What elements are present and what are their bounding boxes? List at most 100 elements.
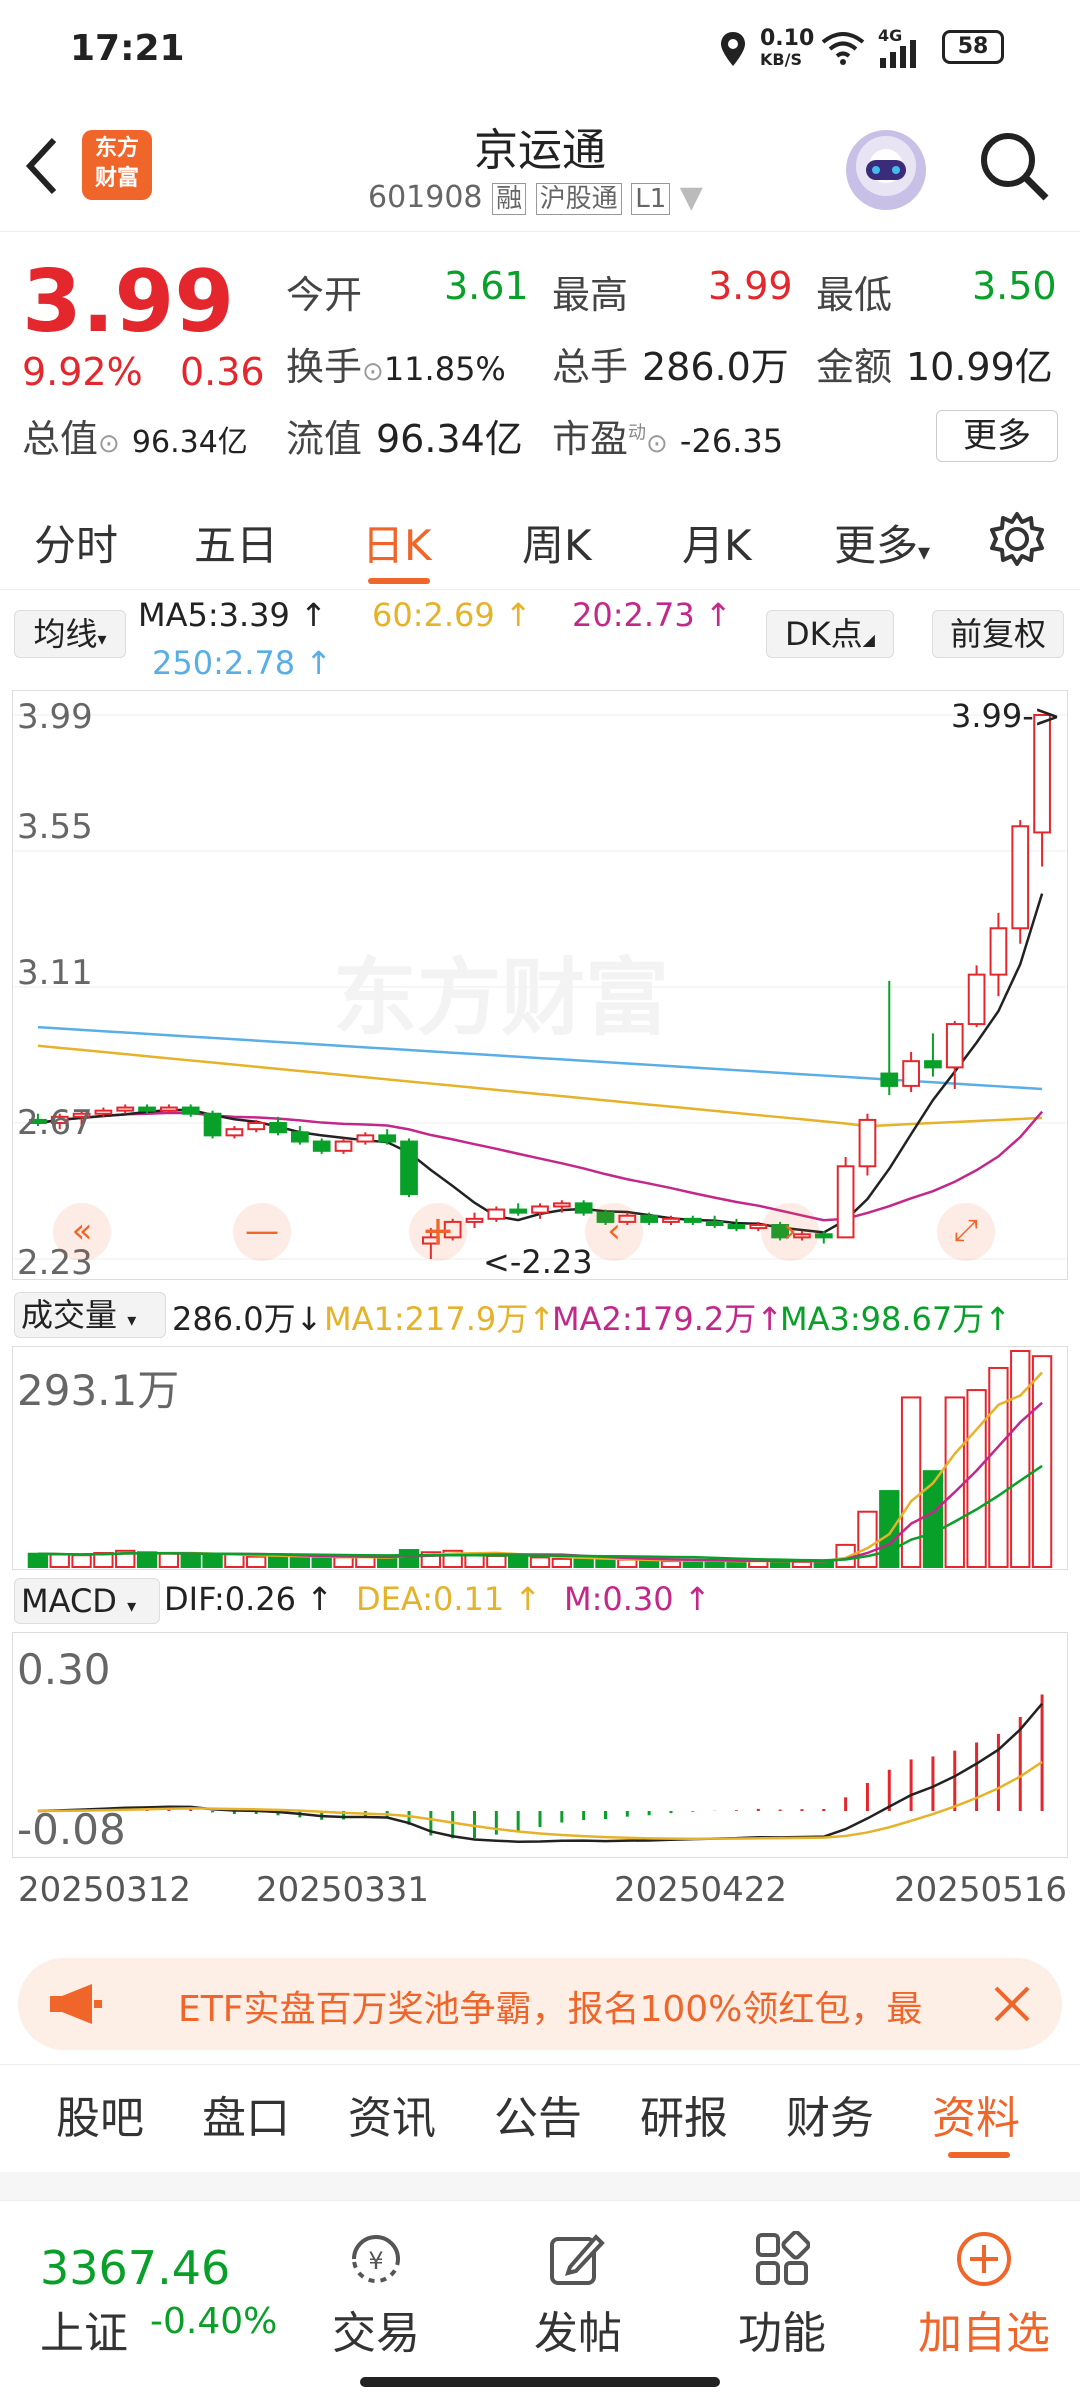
dock-post[interactable]: 发帖 — [518, 2297, 638, 2361]
trade-icon[interactable]: ¥ — [344, 2231, 408, 2287]
tab-weekly-k[interactable]: 周K — [522, 512, 592, 573]
ma60-indicator: 60:2.69 ↑ — [372, 596, 532, 634]
battery-icon: 58 — [942, 30, 1004, 64]
dock-add-watchlist[interactable]: 加自选 — [904, 2297, 1064, 2361]
tab-more[interactable]: 更多▾ — [834, 512, 930, 573]
dock-trade[interactable]: 交易 — [316, 2297, 436, 2361]
candle-body — [356, 1134, 375, 1143]
vol-ma1-line — [37, 1371, 1043, 1563]
tab-daily-k[interactable]: 日K — [362, 512, 432, 573]
adjust-button[interactable]: 前复权 — [932, 610, 1064, 658]
volume-value: 286.0万↓ — [172, 1300, 323, 1338]
ma60-label: 60:2.69 — [372, 596, 495, 634]
more-button[interactable]: 更多 — [936, 410, 1058, 462]
index-change: -0.40% — [150, 2301, 278, 2342]
edit-post-icon[interactable] — [546, 2229, 606, 2289]
ma5-indicator: MA5:3.39 ↑ — [138, 596, 327, 634]
tab-more-label: 更多 — [834, 521, 919, 570]
macd-selector[interactable]: MACD ▾ — [14, 1578, 160, 1624]
candle-body — [225, 1128, 244, 1137]
candle-body — [203, 1112, 222, 1137]
volume-bar — [71, 1554, 92, 1568]
tab-intraday[interactable]: 分时 — [34, 512, 118, 573]
float-value: 96.34亿 — [376, 417, 523, 461]
info-icon[interactable]: ⊙ — [362, 357, 384, 387]
volume-bar — [267, 1554, 289, 1569]
volume-bar — [158, 1552, 180, 1569]
float-label: 流值 — [286, 417, 363, 461]
macd-dea: DEA:0.11 ↑ — [356, 1580, 542, 1618]
tab-announcements[interactable]: 公告 — [494, 2082, 582, 2146]
high-value: 3.99 — [708, 264, 793, 308]
tab-forum[interactable]: 股吧 — [56, 2082, 144, 2146]
candle-body — [880, 1072, 899, 1087]
net-unit: KB/S — [760, 50, 802, 69]
volume-bar — [27, 1552, 49, 1569]
volume-bar — [49, 1553, 70, 1568]
high-marker: 3.99-> — [951, 697, 1061, 735]
info-icon[interactable]: ⊙ — [646, 429, 668, 459]
vol-ma2: MA2:179.2万↑ — [552, 1300, 784, 1338]
candle-body — [465, 1217, 484, 1223]
y-label-3: 3.11 — [17, 953, 93, 993]
candle-body — [683, 1217, 702, 1223]
macd-m: M:0.30 ↑ — [564, 1580, 711, 1618]
macd-bottom-label: -0.08 — [17, 1805, 126, 1854]
add-watchlist-icon[interactable] — [954, 2229, 1014, 2289]
volume-chart[interactable]: 293.1万 — [12, 1346, 1068, 1570]
candle-body — [836, 1165, 855, 1239]
tab-five-day[interactable]: 五日 — [194, 512, 278, 573]
mktcap-label: 总值 — [22, 417, 99, 461]
vol-label: 总手 — [552, 345, 629, 389]
quote-panel: 3.99 9.92% 0.36 总值⊙ 96.34亿 今开 3.61 最高 3.… — [0, 236, 1080, 486]
scroll-left-fast-icon[interactable]: « — [53, 1203, 111, 1261]
settings-gear-icon[interactable] — [988, 510, 1046, 568]
pe-row: 市盈动⊙ -26.35 — [552, 408, 783, 463]
index-value[interactable]: 3367.46 — [40, 2241, 230, 2295]
zoom-in-icon[interactable]: + — [409, 1203, 467, 1261]
dropdown-icon[interactable]: ▼ — [680, 180, 703, 215]
macd-chart[interactable]: 0.30 -0.08 — [12, 1632, 1068, 1858]
macd-dea-label: DEA:0.11 — [356, 1580, 505, 1618]
zoom-out-icon[interactable]: — — [233, 1203, 291, 1261]
fullscreen-icon[interactable]: ⤢ — [937, 1203, 995, 1261]
tab-market[interactable]: 盘口 — [202, 2082, 290, 2146]
volume-bar — [944, 1396, 965, 1569]
amt-label: 金额 — [816, 345, 893, 389]
ma-selector[interactable]: 均线▾ — [14, 610, 126, 658]
functions-grid-icon[interactable] — [754, 2231, 810, 2287]
date-label-2: 20250331 — [256, 1870, 430, 1910]
close-icon[interactable] — [990, 1982, 1034, 2026]
index-name: 上证 — [40, 2308, 128, 2359]
macd-top-label: 0.30 — [17, 1645, 111, 1694]
tab-profile[interactable]: 资料 — [932, 2082, 1020, 2146]
volume-bar — [180, 1554, 201, 1568]
tab-news[interactable]: 资讯 — [348, 2082, 436, 2146]
candle-body — [989, 927, 1008, 976]
scroll-left-icon[interactable]: ‹ — [585, 1203, 643, 1261]
volume-selector[interactable]: 成交量 ▾ — [14, 1292, 166, 1338]
scroll-right-icon[interactable]: › — [761, 1203, 819, 1261]
tab-research[interactable]: 研报 — [640, 2082, 728, 2146]
info-icon[interactable]: ⊙ — [98, 429, 120, 459]
candle-body — [705, 1220, 724, 1227]
y-label-4: 2.67 — [17, 1103, 93, 1143]
mktcap-row: 总值⊙ 96.34亿 — [22, 408, 248, 463]
tab-monthly-k[interactable]: 月K — [682, 512, 752, 573]
wifi-icon — [821, 32, 865, 65]
promo-banner[interactable]: ETF实盘百万奖池争霸，报名100%领红包，最 — [18, 1958, 1062, 2050]
dk-point-button[interactable]: DK点◢ — [766, 610, 894, 658]
vol-ma2-label: MA2:179.2万 — [552, 1300, 757, 1338]
dock-functions[interactable]: 功能 — [722, 2297, 842, 2361]
pe-label: 市盈 — [552, 417, 629, 461]
robot-avatar-icon[interactable] — [846, 130, 926, 210]
chart-period-tabs: 分时 五日 日K 周K 月K 更多▾ — [0, 490, 1080, 590]
vol-value: 286.0万 — [642, 345, 789, 389]
home-indicator — [360, 2377, 720, 2387]
tab-finance[interactable]: 财务 — [786, 2082, 874, 2146]
date-label-4: 20250516 — [894, 1870, 1068, 1910]
candle-body — [138, 1106, 156, 1112]
kline-chart[interactable]: 东方财富 3.99 3.55 3.11 2.67 2.23 3.99-> <-2… — [12, 690, 1068, 1283]
search-icon[interactable] — [976, 128, 1052, 204]
ma-selector-label: 均线 — [33, 615, 98, 653]
